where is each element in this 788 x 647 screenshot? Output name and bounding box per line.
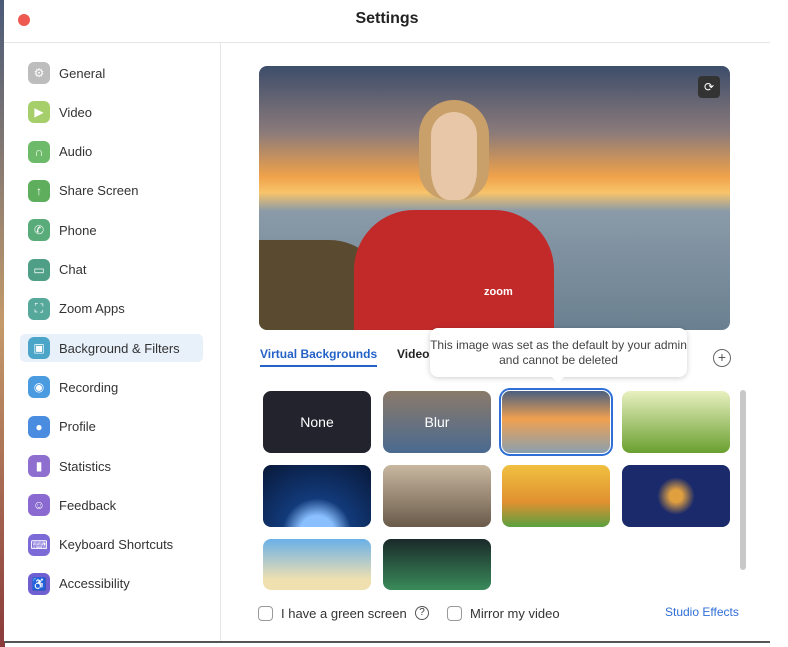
sidebar-item-label: Statistics	[59, 458, 112, 474]
feedback-icon: ☺	[28, 494, 50, 517]
tab-virtual-backgrounds[interactable]: Virtual Backgrounds	[260, 347, 378, 367]
headphones-icon: ∩	[28, 140, 50, 163]
sidebar-item-label: Phone	[59, 222, 97, 238]
phone-icon: ✆	[28, 219, 50, 242]
background-icon: ▣	[28, 337, 50, 360]
sidebar-item-chat[interactable]: ▭ Chat	[20, 256, 203, 284]
sidebar-item-profile[interactable]: ● Profile	[20, 413, 203, 441]
green-screen-label: I have a green screen	[281, 606, 407, 621]
rotate-camera-icon[interactable]: ⟳	[698, 76, 720, 98]
sidebar-item-keyboard-shortcuts[interactable]: ⌨ Keyboard Shortcuts	[20, 531, 203, 559]
sidebar-item-label: Zoom Apps	[59, 301, 125, 317]
sidebar-item-label: Video	[59, 104, 93, 120]
preview-person: zoom	[354, 100, 554, 330]
studio-effects-link[interactable]: Studio Effects	[665, 605, 739, 619]
sidebar-item-video[interactable]: ▶ Video	[20, 98, 203, 126]
background-tile[interactable]	[383, 465, 491, 527]
sidebar-item-background-filters[interactable]: ▣ Background & Filters	[20, 334, 203, 363]
settings-window: Settings ⚙ General ▶ Video ∩ Audio ↑ Share Scre…	[4, 0, 770, 643]
sidebar-item-label: Background & Filters	[59, 340, 180, 356]
sidebar-item-label: General	[59, 65, 106, 81]
video-preview: zoom ⟳	[259, 66, 730, 330]
sidebar-item-label: Recording	[59, 379, 119, 395]
profile-icon: ●	[28, 415, 50, 438]
sidebar-item-label: Chat	[59, 262, 87, 277]
background-tile[interactable]: None	[263, 391, 371, 453]
background-tile[interactable]	[499, 388, 613, 456]
record-icon: ◉	[28, 376, 50, 399]
background-tile[interactable]	[263, 539, 371, 590]
background-tile[interactable]	[263, 465, 371, 527]
sidebar-item-audio[interactable]: ∩ Audio	[20, 138, 203, 166]
share-screen-icon: ↑	[28, 179, 50, 202]
sidebar-item-share-screen[interactable]: ↑ Share Screen	[20, 177, 203, 205]
sidebar-item-label: Accessibility	[59, 576, 130, 592]
zoom-apps-icon: ⛶	[28, 297, 50, 320]
sidebar-item-phone[interactable]: ✆ Phone	[20, 216, 203, 244]
background-tile[interactable]	[622, 465, 730, 527]
scrollbar[interactable]	[740, 390, 746, 570]
sidebar-item-zoom-apps[interactable]: ⛶ Zoom Apps	[20, 295, 203, 323]
green-screen-checkbox[interactable]	[258, 606, 273, 621]
divider	[220, 42, 221, 641]
gear-icon: ⚙	[28, 62, 50, 84]
mirror-checkbox[interactable]	[447, 606, 462, 621]
sidebar-item-general[interactable]: ⚙ General	[20, 59, 203, 87]
sidebar-item-statistics[interactable]: ▮ Statistics	[20, 452, 203, 480]
statistics-icon: ▮	[28, 455, 50, 477]
video-camera-icon: ▶	[28, 101, 50, 124]
background-tile[interactable]	[502, 465, 610, 527]
keyboard-icon: ⌨	[28, 533, 50, 556]
sidebar-item-label: Profile	[59, 419, 96, 435]
sidebar-item-feedback[interactable]: ☺ Feedback	[20, 491, 203, 519]
zoom-logo: zoom	[484, 286, 513, 298]
background-tile[interactable]	[383, 539, 491, 590]
chat-icon: ▭	[28, 258, 50, 281]
add-background-icon[interactable]: +	[713, 349, 731, 367]
tab-video-filters[interactable]: Video	[397, 347, 429, 361]
window-title: Settings	[355, 10, 419, 27]
background-tile[interactable]: Blur	[383, 391, 491, 453]
tooltip: This image was set as the default by you…	[430, 328, 687, 383]
sidebar-item-accessibility[interactable]: ♿ Accessibility	[20, 570, 203, 598]
mirror-label: Mirror my video	[470, 606, 560, 621]
person-body	[354, 210, 554, 330]
sidebar-item-label: Share Screen	[59, 183, 139, 199]
sidebar-item-label: Keyboard Shortcuts	[59, 537, 174, 553]
sidebar-item-recording[interactable]: ◉ Recording	[20, 373, 203, 401]
divider	[4, 42, 770, 43]
sidebar-item-label: Audio	[59, 144, 93, 160]
sidebar-item-label: Feedback	[59, 497, 117, 513]
accessibility-icon: ♿	[28, 572, 50, 595]
person-head	[419, 100, 489, 200]
background-tile[interactable]	[622, 391, 730, 453]
help-icon[interactable]: ?	[415, 606, 429, 620]
